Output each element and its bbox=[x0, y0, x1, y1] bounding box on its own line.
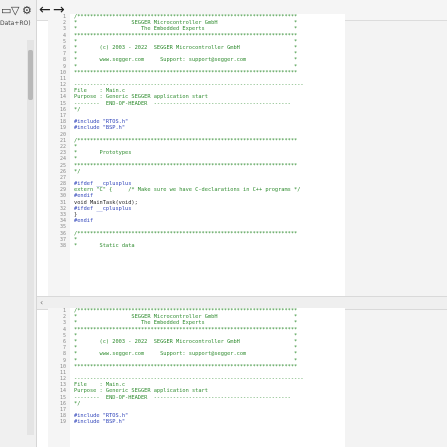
dock-scrollbar[interactable] bbox=[27, 40, 34, 435]
code-line[interactable]: 19 #include "BSP.h" bbox=[60, 419, 345, 426]
editor-pane-top[interactable]: 1/**************************************… bbox=[48, 14, 345, 296]
dock-toolbar: ▭ ▽ ⚙ bbox=[0, 4, 36, 20]
code-text: * Static data bbox=[74, 242, 135, 249]
window-icon[interactable]: ▭ bbox=[1, 4, 11, 17]
chevron-left-icon[interactable]: ‹ bbox=[40, 297, 43, 309]
dock-label: Data+RO) bbox=[0, 20, 31, 27]
line-number: 38 bbox=[59, 242, 66, 249]
code-line[interactable]: 38 * Static data bbox=[60, 242, 345, 249]
line-number: 19 bbox=[59, 419, 66, 426]
gear-icon[interactable]: ⚙ bbox=[22, 4, 32, 17]
filter-icon[interactable]: ▽ bbox=[11, 4, 19, 17]
dock-scrollbar-thumb[interactable] bbox=[28, 50, 33, 100]
left-dock-panel: ▭ ▽ ⚙ Data+RO) bbox=[0, 0, 37, 447]
editor-pane-bottom[interactable]: 1/**************************************… bbox=[48, 308, 345, 447]
editor-right-margin bbox=[345, 21, 447, 447]
code-text: #include "BSP.h" bbox=[74, 419, 126, 426]
code-area[interactable]: 1/**************************************… bbox=[60, 308, 345, 426]
code-area[interactable]: 1/**************************************… bbox=[60, 14, 345, 249]
